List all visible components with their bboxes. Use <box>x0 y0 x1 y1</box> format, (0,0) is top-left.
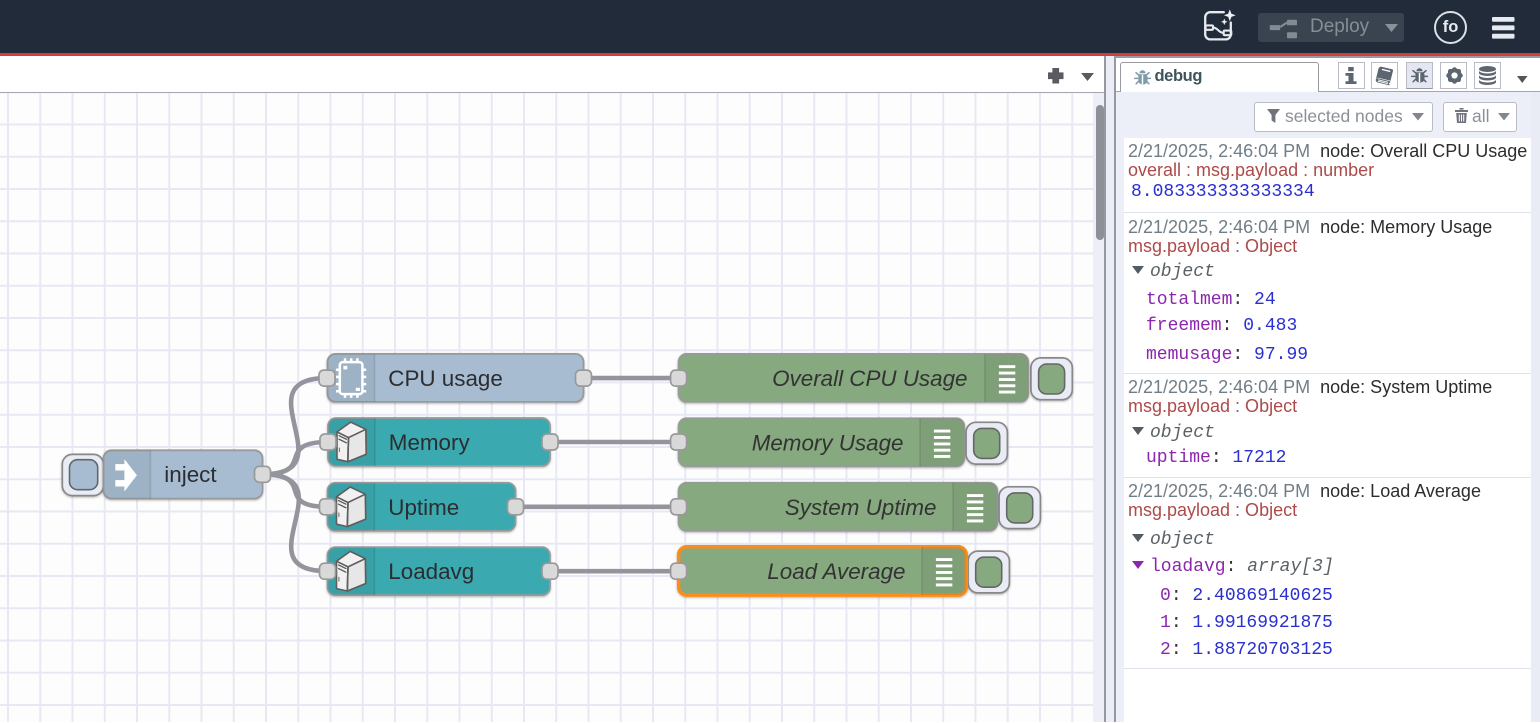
svg-text:Memory: Memory <box>389 430 471 455</box>
svg-text:Overall CPU Usage: Overall CPU Usage <box>772 366 967 391</box>
svg-text:Loadavg: Loadavg <box>388 559 474 584</box>
svg-text:CPU usage: CPU usage <box>388 366 503 391</box>
svg-text:inject: inject <box>164 462 217 487</box>
svg-text:Load Average: Load Average <box>767 559 905 584</box>
svg-text:Uptime: Uptime <box>388 495 459 520</box>
svg-text:Memory Usage: Memory Usage <box>752 430 904 455</box>
svg-text:System Uptime: System Uptime <box>785 495 937 520</box>
